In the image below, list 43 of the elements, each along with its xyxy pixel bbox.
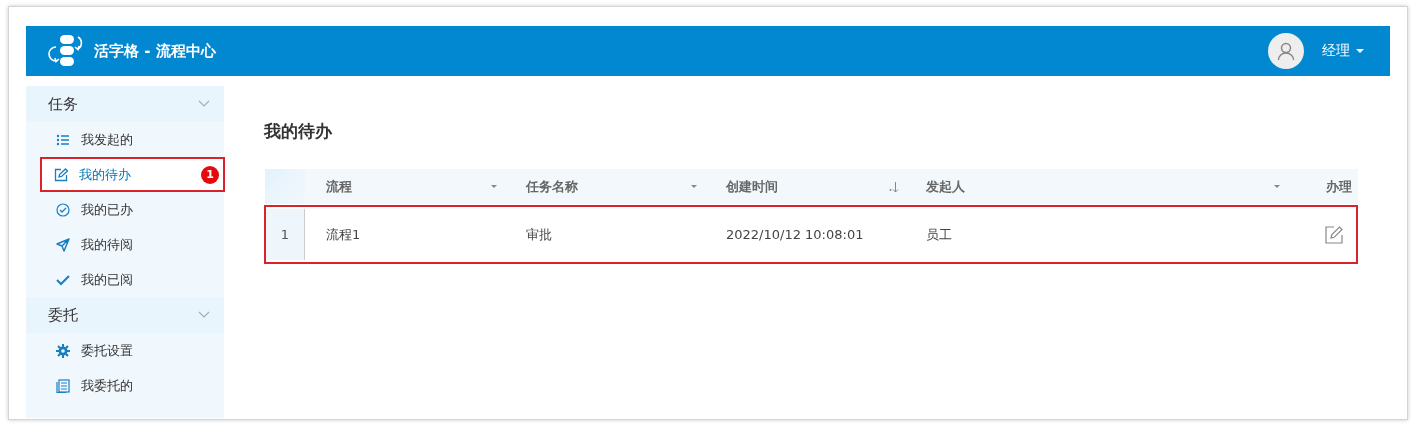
sidebar-group-header[interactable]: 任务 [26,86,224,122]
table-cell-text: 流程1 [325,225,362,244]
edit-icon [54,167,68,182]
sidebar-item[interactable]: 我委托的 [26,368,224,403]
caret-icon [1274,185,1280,188]
caret-icon [1356,49,1364,53]
caret-icon [491,185,497,188]
app-title: 活字格 - 流程中心 [94,41,217,61]
group-label: 任务 [48,94,78,114]
send-icon [56,237,70,252]
sidebar-item[interactable]: 我的待办 1 [40,157,225,192]
count-badge: 1 [201,165,219,184]
edit-button[interactable] [1324,224,1344,245]
page-title: 我的待办 [264,120,333,143]
chevron-icon [198,100,210,108]
table-cell-text: 审批 [525,225,553,244]
column-header[interactable]: 流程 [305,169,505,204]
column-header[interactable]: 发起人 [905,169,1288,204]
group-label: 委托 [48,305,78,325]
list-icon [56,132,70,147]
column-header[interactable]: 创建时间 [705,169,905,204]
user-menu[interactable]: 经理 [1316,41,1370,61]
sort-descending-icon [889,180,899,193]
sidebar-item[interactable]: 我的待阅 [26,227,224,262]
chevron-icon [198,311,210,319]
table-cell-text: 员工 [925,225,953,244]
corner-cell [265,169,305,204]
sidebar-item[interactable]: 委托设置 [26,333,224,368]
sidebar-item[interactable]: 我发起的 [26,122,224,157]
column-header[interactable]: 任务名称 [505,169,705,204]
check-circle-icon [56,202,70,217]
sidebar-item[interactable]: 我的已阅 [26,262,224,297]
table-row[interactable]: 1 流程1 审批 2022/10/12 10:08:01 员工 [264,205,1358,264]
caret-icon [691,185,697,188]
row-number: 1 [266,209,305,260]
sidebar-item[interactable]: 我的已办 [26,192,224,227]
sidebar-group-header[interactable]: 委托 [26,297,224,333]
avatar-icon [1268,33,1304,69]
document-icon [56,378,70,393]
table-cell-text: 2022/10/12 10:08:01 [725,227,865,242]
column-header[interactable]: 办理 [1288,169,1358,204]
gear-icon [56,343,70,358]
check-icon [56,272,70,287]
